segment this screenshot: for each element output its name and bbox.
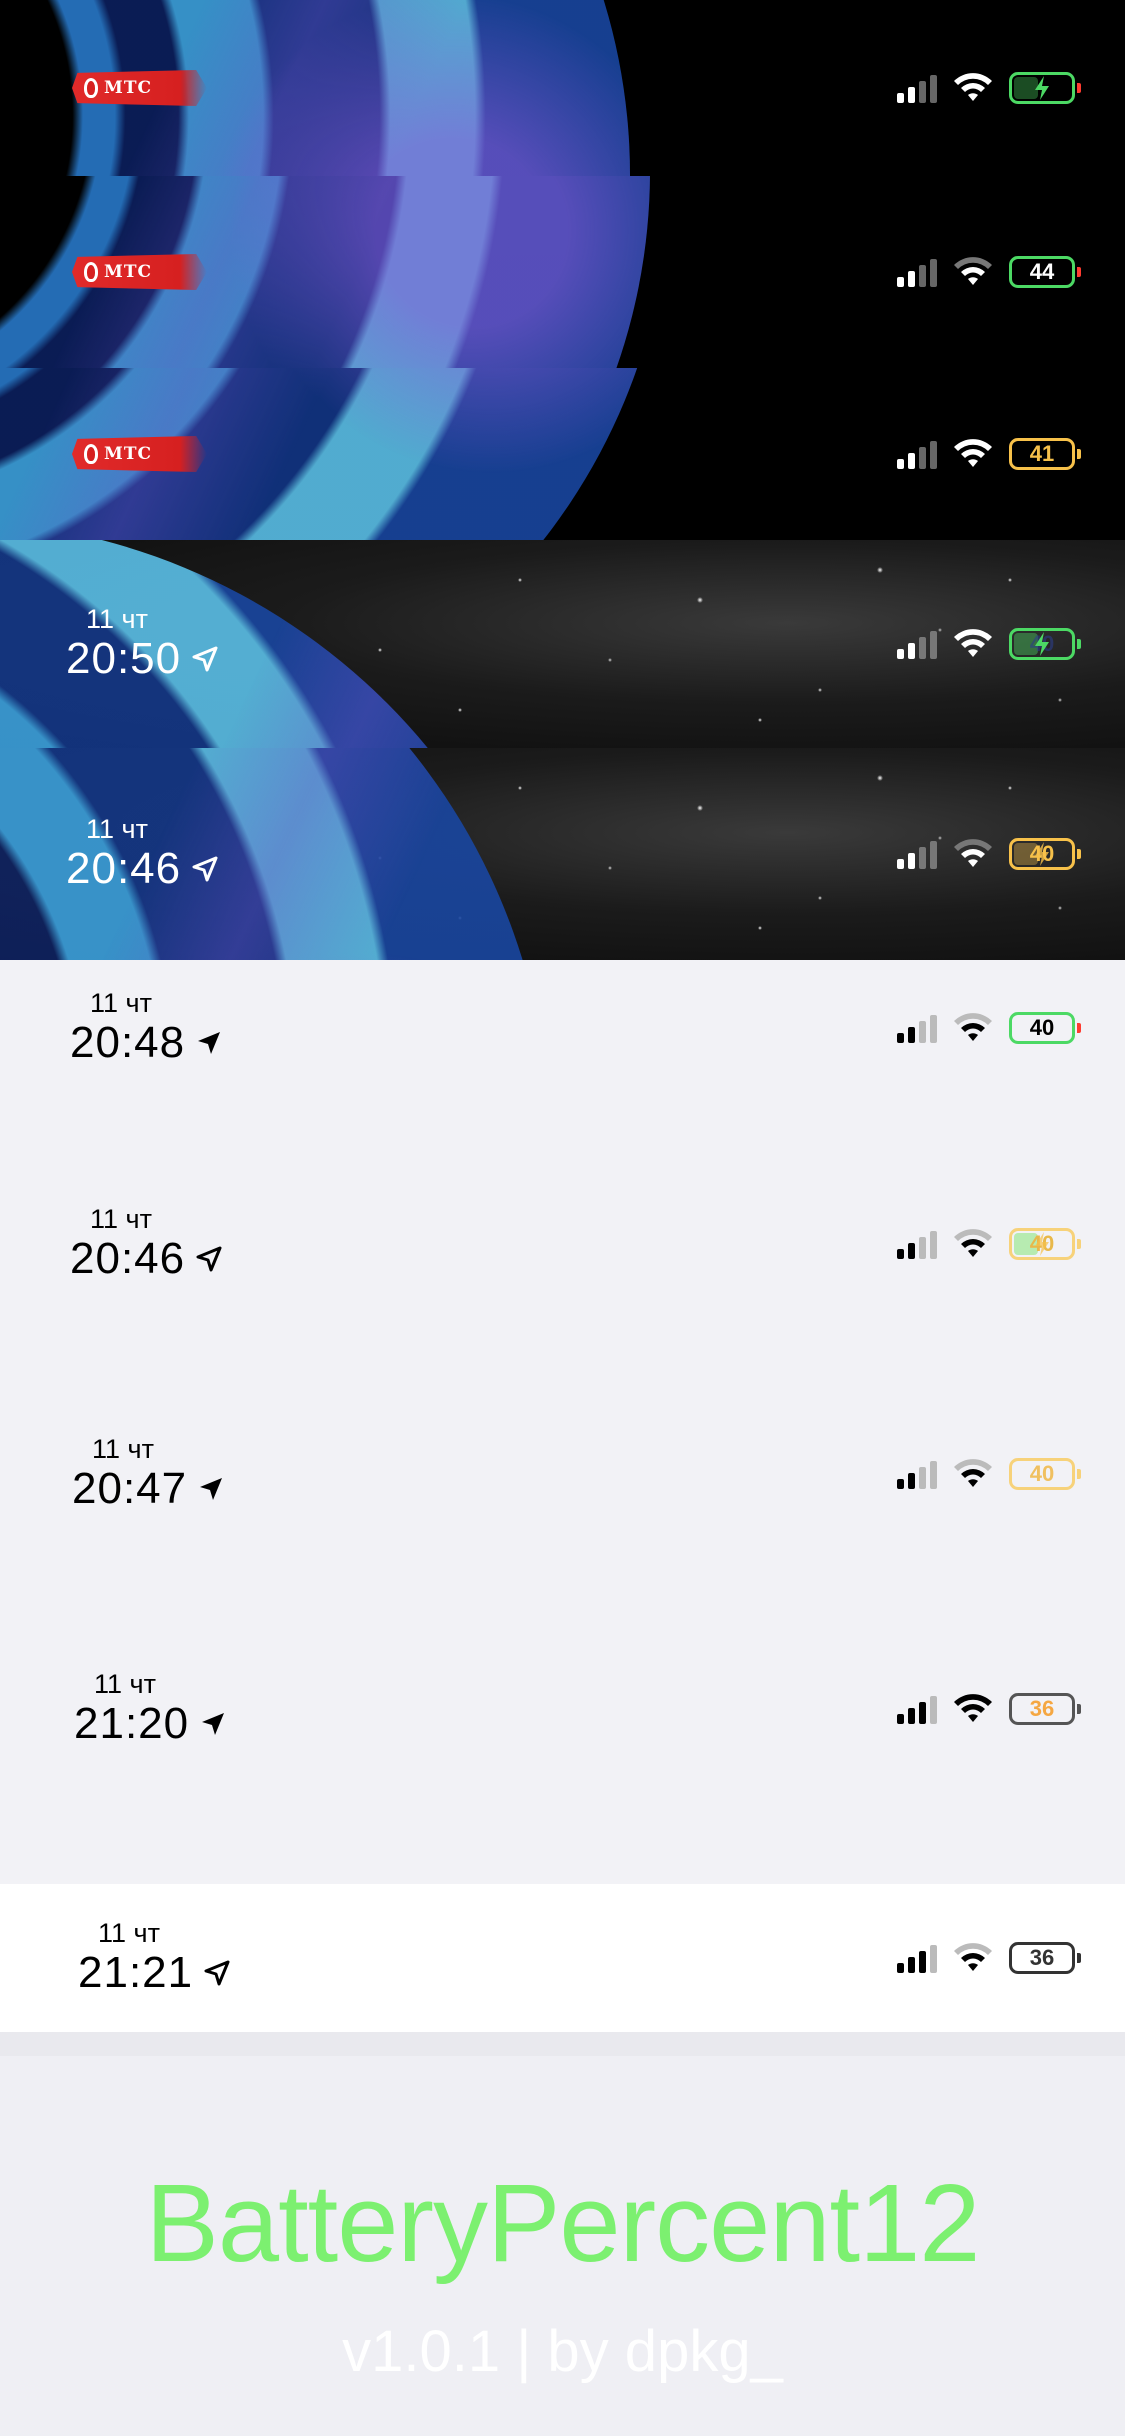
date-label: 11 чт: [90, 1204, 152, 1234]
wifi-icon: [954, 1459, 992, 1487]
time-label: 21:20: [74, 1699, 190, 1748]
battery-icon: 36: [1009, 1693, 1081, 1725]
battery-icon: 40: [1009, 628, 1081, 660]
date-label: 11 чт: [92, 1434, 154, 1464]
status-bar-row-6: 11 чт 20:48 40: [0, 960, 1125, 1096]
battery-percent: 36: [1029, 1696, 1055, 1721]
charging-bolt-icon: [1035, 842, 1049, 866]
clock: 11 чт 21:20: [74, 1669, 227, 1749]
status-icons: 36: [897, 1693, 1081, 1725]
date-label: 11 чт: [86, 814, 148, 844]
status-icons: 40: [897, 838, 1081, 870]
signal-icon: [897, 1694, 937, 1724]
carrier-logo: МТС: [72, 436, 207, 472]
status-bar-row-4: 11 чт 20:50 40: [0, 540, 1125, 748]
carrier-name: МТС: [104, 444, 152, 464]
wifi-icon: [954, 629, 992, 657]
app-title: BatteryPercent12: [145, 2162, 981, 2285]
battery-icon: 41: [1009, 438, 1081, 470]
status-icons: 44: [897, 256, 1081, 288]
signal-icon: [897, 1013, 937, 1043]
wifi-icon: [954, 839, 992, 867]
wifi-icon: [954, 439, 992, 467]
status-icons: 40: [897, 1458, 1081, 1490]
wifi-icon: [954, 1229, 992, 1257]
screenshot-collage: МТС МТС 44 МТС 41 11 чт 20:50 11 чт 20:4…: [0, 0, 1125, 2436]
location-arrow-icon: [204, 1960, 230, 1986]
carrier-logo: МТС: [72, 254, 207, 290]
location-arrow-icon: [198, 1032, 221, 1054]
time-label: 20:46: [66, 844, 182, 893]
battery-icon: 40: [1009, 1228, 1081, 1260]
battery-percent: 44: [1029, 259, 1055, 284]
carrier-name: МТС: [104, 262, 152, 282]
signal-icon: [897, 1459, 937, 1489]
clock: 11 чт 20:47: [72, 1434, 225, 1514]
clock: 11 чт 20:50: [66, 604, 219, 684]
status-icons: 40: [897, 628, 1081, 660]
status-icons: 40: [897, 1012, 1081, 1044]
clock: 11 чт 20:46: [70, 1204, 223, 1284]
clock: 11 чт 20:48: [70, 988, 223, 1068]
signal-icon: [897, 1943, 937, 1973]
signal-icon: [897, 439, 937, 469]
time-label: 20:48: [70, 1018, 186, 1067]
wifi-icon: [954, 1013, 992, 1041]
signal-icon: [897, 839, 937, 869]
date-label: 11 чт: [90, 988, 152, 1018]
status-bar-row-5: 11 чт 20:46 40: [0, 748, 1125, 960]
date-label: 11 чт: [98, 1918, 160, 1948]
clock: 11 чт 20:46: [66, 814, 219, 894]
carrier-name: МТС: [104, 78, 152, 98]
date-label: 11 чт: [86, 604, 148, 634]
wifi-icon: [954, 1694, 992, 1722]
footer: BatteryPercent12 v1.0.1 | by dpkg_: [0, 2060, 1125, 2436]
charging-bolt-icon: [1035, 632, 1049, 656]
charging-bolt-icon: [1035, 1232, 1049, 1256]
battery-percent: 36: [1029, 1945, 1055, 1970]
battery-icon: [1009, 72, 1081, 104]
status-bar-row-8: 11 чт 20:47 40: [0, 1404, 1125, 1544]
battery-icon: 44: [1009, 256, 1081, 288]
status-icons: 40: [897, 1228, 1081, 1260]
date-label: 11 чт: [94, 1669, 156, 1699]
status-icons: 41: [897, 438, 1081, 470]
status-bar-row-10: 11 чт 21:21 36: [0, 1884, 1125, 2032]
location-arrow-icon: [200, 1478, 223, 1500]
battery-percent: 40: [1029, 1461, 1055, 1486]
location-arrow-icon: [192, 646, 218, 672]
divider: [0, 2032, 1125, 2056]
status-bar-row-2: МТС 44: [0, 176, 1125, 368]
signal-icon: [897, 73, 937, 103]
version-credit: v1.0.1 | by dpkg_: [342, 2319, 783, 2384]
signal-icon: [897, 1229, 937, 1259]
time-label: 20:46: [70, 1234, 186, 1283]
battery-icon: 36: [1009, 1942, 1081, 1974]
charging-bolt-icon: [1035, 76, 1049, 100]
signal-icon: [897, 629, 937, 659]
status-bar-row-9: 11 чт 21:20 36: [0, 1640, 1125, 1778]
wifi-icon: [954, 257, 992, 285]
location-arrow-icon: [192, 856, 218, 882]
time-label: 21:21: [78, 1948, 194, 1997]
carrier-logo: МТС: [72, 70, 207, 106]
signal-icon: [897, 257, 937, 287]
battery-percent: 40: [1029, 1015, 1055, 1040]
time-label: 20:47: [72, 1464, 188, 1513]
clock: 11 чт 21:21: [78, 1918, 231, 1998]
location-arrow-icon: [202, 1713, 225, 1735]
battery-icon: 40: [1009, 838, 1081, 870]
wifi-icon: [954, 73, 992, 101]
status-bar-row-1: МТС: [0, 0, 1125, 176]
status-icons: [897, 72, 1081, 104]
status-bar-row-3: МТС 41: [0, 368, 1125, 540]
status-bar-row-7: 11 чт 20:46 40: [0, 1176, 1125, 1312]
time-label: 20:50: [66, 634, 182, 683]
location-arrow-icon: [196, 1246, 222, 1272]
battery-icon: 40: [1009, 1012, 1081, 1044]
battery-percent: 41: [1029, 441, 1055, 466]
battery-icon: 40: [1009, 1458, 1081, 1490]
wifi-icon: [954, 1943, 992, 1971]
status-icons: 36: [897, 1942, 1081, 1974]
